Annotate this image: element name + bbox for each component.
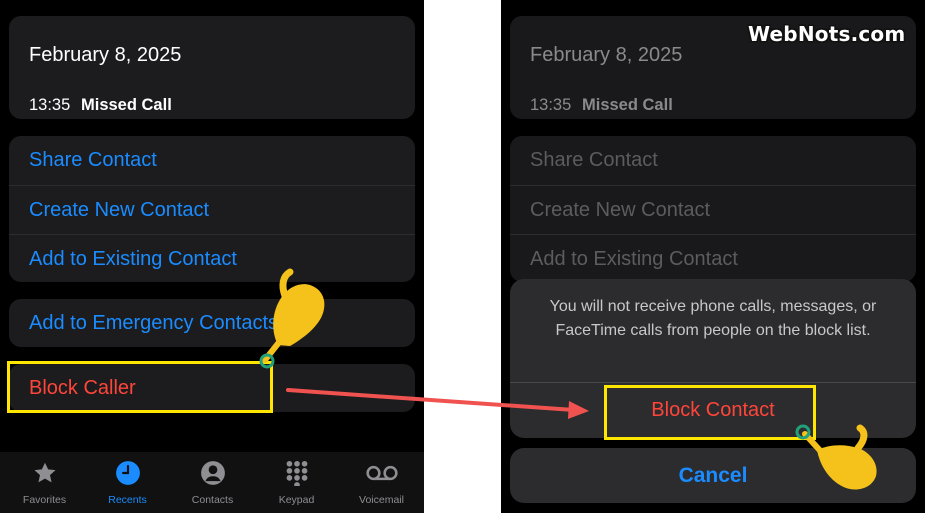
person-circle-icon	[200, 461, 225, 485]
cancel-button[interactable]: Cancel	[510, 448, 916, 503]
call-time: 13:35	[29, 96, 71, 114]
add-to-existing-contact-button[interactable]: Add to Existing Contact	[9, 234, 415, 283]
tab-voicemail[interactable]: Voicemail	[339, 460, 424, 506]
tab-keypad[interactable]: Keypad	[254, 460, 339, 506]
call-time: 13:35	[530, 96, 572, 114]
add-to-emergency-contacts-button[interactable]: Add to Emergency Contacts	[9, 299, 415, 347]
tab-keypad-label: Keypad	[278, 494, 315, 506]
tab-favorites-label: Favorites	[22, 494, 67, 506]
share-contact-button: Share Contact	[530, 149, 658, 171]
share-contact-button[interactable]: Share Contact	[9, 136, 415, 185]
call-type: Missed Call	[81, 96, 172, 114]
clock-icon	[115, 461, 140, 485]
tab-voicemail-label: Voicemail	[359, 494, 404, 506]
block-caller-highlight	[7, 361, 273, 413]
tab-contacts[interactable]: Contacts	[170, 460, 255, 506]
block-warning-message: You will not receive phone calls, messag…	[549, 298, 877, 339]
tab-contacts-label: Contacts	[191, 494, 234, 506]
tab-recents-label: Recents	[108, 494, 147, 506]
create-new-contact-button: Create New Contact	[510, 185, 916, 234]
create-new-contact-button[interactable]: Create New Contact	[9, 185, 415, 234]
contact-actions-card: Share Contact Create New Contact Add to …	[9, 136, 415, 282]
block-contact-highlight	[604, 385, 816, 440]
star-icon	[33, 462, 56, 483]
call-date: February 8, 2025	[29, 44, 182, 66]
call-details-screen: February 8, 2025 13:35 Missed Call Share…	[0, 0, 424, 513]
contact-actions-card-dimmed: Share Contact Create New Contact Add to …	[510, 136, 916, 282]
call-type: Missed Call	[582, 96, 673, 114]
webnots-watermark: WebNots.com	[748, 22, 906, 46]
tab-favorites[interactable]: Favorites	[2, 460, 87, 506]
call-date: February 8, 2025	[530, 44, 683, 66]
keypad-icon	[286, 460, 307, 486]
add-to-existing-contact-button: Add to Existing Contact	[510, 234, 916, 283]
call-info-card: February 8, 2025 13:35 Missed Call	[9, 16, 415, 119]
voicemail-icon	[365, 465, 398, 481]
tab-bar: Favorites Recents Contacts Keypad Voicem…	[0, 452, 424, 513]
tab-recents[interactable]: Recents	[85, 460, 170, 506]
emergency-contact-card: Add to Emergency Contacts	[9, 299, 415, 347]
